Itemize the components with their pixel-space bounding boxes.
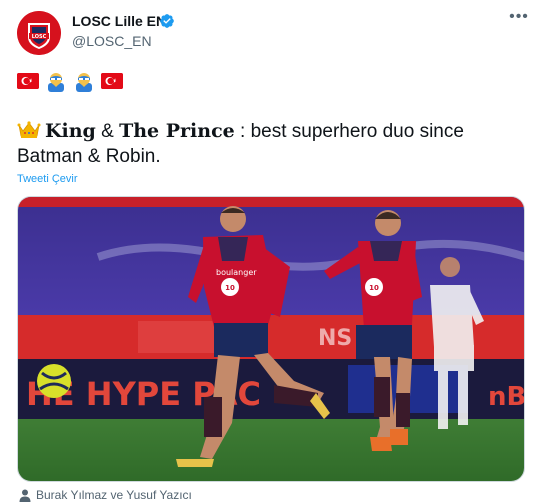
tweet-card: LOSC LOSC Lille EN @LOSC_EN ••• King & T… bbox=[0, 0, 537, 504]
emoji-line bbox=[17, 70, 123, 92]
svg-text:LOSC: LOSC bbox=[32, 34, 47, 40]
svg-text:boulanger: boulanger bbox=[216, 268, 257, 277]
ellipsis-icon[interactable]: ••• bbox=[508, 9, 530, 28]
handle[interactable]: @LOSC_EN bbox=[72, 33, 152, 49]
tagged-people[interactable]: Burak Yılmaz ve Yusuf Yazıcı bbox=[19, 487, 192, 503]
verified-badge-icon bbox=[160, 14, 174, 28]
superhero-emoji-icon bbox=[48, 73, 64, 92]
display-name[interactable]: LOSC Lille EN bbox=[72, 13, 166, 29]
translate-link[interactable]: Tweeti Çevir bbox=[17, 173, 78, 185]
svg-text:NS: NS bbox=[318, 326, 352, 351]
tweet-text: King & The Prince : best superhero duo s… bbox=[17, 119, 517, 169]
svg-text:10: 10 bbox=[225, 284, 235, 292]
superhero-emoji-icon bbox=[76, 73, 92, 92]
turkey-flag-icon bbox=[101, 73, 123, 89]
tweet-text-prince: The Prince bbox=[119, 120, 235, 142]
svg-text:nB: nB bbox=[488, 382, 525, 412]
person-icon bbox=[19, 489, 31, 502]
crown-icon bbox=[17, 121, 41, 138]
avatar[interactable]: LOSC bbox=[17, 11, 61, 55]
tagged-people-label: Burak Yılmaz ve Yusuf Yazıcı bbox=[36, 488, 192, 502]
svg-text:10: 10 bbox=[369, 284, 379, 292]
tweet-text-amp: & bbox=[95, 121, 120, 142]
tweet-text-king: King bbox=[45, 120, 96, 142]
tweet-photo[interactable]: NS HE HYPE PAC nB boulanger 10 10 bbox=[17, 196, 525, 482]
turkey-flag-icon bbox=[17, 73, 39, 89]
